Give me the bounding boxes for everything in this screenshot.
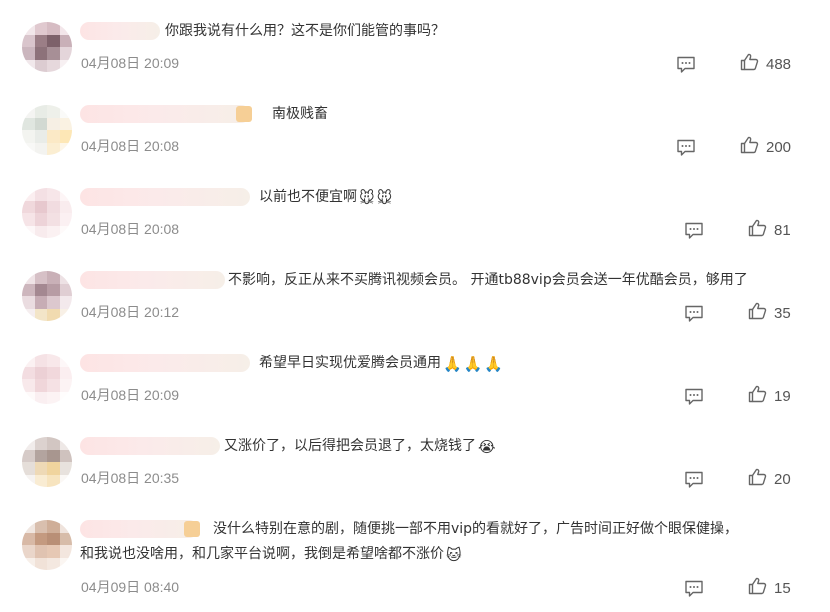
like-button[interactable]: 15	[748, 577, 791, 599]
thumbs-up-icon	[748, 468, 767, 490]
comment-text: 以前也不便宜啊 🐭 🐭	[259, 185, 392, 209]
reply-icon[interactable]	[684, 580, 704, 598]
reply-icon[interactable]	[684, 222, 704, 240]
username-blurred[interactable]	[80, 354, 250, 372]
thumbs-up-icon	[740, 136, 759, 158]
user-badge-icon	[184, 521, 200, 537]
emoji-icon: 😭	[478, 438, 496, 456]
comment-timestamp: 04月08日 20:35	[81, 470, 180, 486]
avatar[interactable]	[22, 354, 72, 404]
emoji-icon: 🐱	[446, 546, 462, 564]
comment-timestamp: 04月08日 20:09	[81, 55, 180, 71]
like-count: 488	[766, 55, 792, 73]
username-blurred[interactable]	[80, 437, 220, 455]
username-blurred[interactable]	[80, 188, 250, 206]
thumbs-up-icon	[748, 302, 767, 324]
comment-timestamp: 04月09日 08:40	[81, 579, 180, 595]
username-blurred[interactable]	[80, 105, 252, 123]
like-count: 200	[766, 138, 792, 156]
reply-icon[interactable]	[684, 388, 704, 406]
comment-timestamp: 04月08日 20:09	[81, 387, 180, 403]
comment-text-content: 以前也不便宜啊	[259, 189, 357, 205]
like-button[interactable]: 20	[748, 468, 791, 490]
comment-text-content: 不影响，反正从来不买腾讯视频会员。 开通tb88vip会员会送一年优酷会员，够用…	[228, 272, 748, 288]
username-blurred[interactable]	[80, 22, 160, 40]
reply-icon[interactable]	[684, 305, 704, 323]
comment-timestamp: 04月08日 20:08	[81, 221, 180, 237]
comment-text: 南极贱畜	[272, 102, 328, 126]
comment-text: 不影响，反正从来不买腾讯视频会员。 开通tb88vip会员会送一年优酷会员，够用…	[228, 268, 748, 292]
comment-text: 没什么特别在意的剧，随便挑一部不用vip的看就好了，广告时间正好做个眼保健操，	[213, 517, 738, 541]
comment-text-content: 你跟我说有什么用？这不是你们能管的事吗？	[165, 23, 445, 39]
avatar[interactable]	[22, 188, 72, 238]
avatar[interactable]	[22, 22, 72, 72]
avatar[interactable]	[22, 437, 72, 487]
thumbs-up-icon	[748, 577, 767, 599]
comment-timestamp: 04月08日 20:08	[81, 138, 180, 154]
emoji-icon: 🐭	[359, 189, 375, 207]
comment-text: 希望早日实现优爱腾会员通用 🙏 🙏 🙏	[259, 351, 503, 375]
like-count: 81	[774, 221, 791, 239]
thumbs-up-icon	[748, 385, 767, 407]
like-count: 20	[774, 470, 791, 488]
comment-text: 又涨价了，以后得把会员退了，太烧钱了 😭	[224, 434, 496, 458]
like-count: 19	[774, 387, 791, 405]
comment-text-line2: 和我说也没啥用，和几家平台说啊，我倒是希望啥都不涨价 🐱	[80, 542, 462, 566]
comment-timestamp: 04月08日 20:12	[81, 304, 180, 320]
emoji-icon: 🙏	[484, 355, 504, 373]
like-button[interactable]: 81	[748, 219, 791, 241]
reply-icon[interactable]	[676, 56, 696, 74]
emoji-icon: 🐭	[376, 189, 393, 207]
avatar[interactable]	[22, 520, 72, 570]
avatar[interactable]	[22, 105, 72, 155]
username-blurred[interactable]	[80, 271, 225, 289]
reply-icon[interactable]	[676, 139, 696, 157]
avatar[interactable]	[22, 271, 72, 321]
username-blurred[interactable]	[80, 520, 200, 538]
user-badge-icon	[236, 106, 252, 122]
like-button[interactable]: 19	[748, 385, 791, 407]
like-count: 15	[774, 579, 791, 597]
comment-text: 你跟我说有什么用？这不是你们能管的事吗？	[165, 19, 445, 43]
thumbs-up-icon	[740, 53, 759, 75]
comment-text-content: 又涨价了，以后得把会员退了，太烧钱了	[224, 438, 476, 454]
comment-text-content: 和我说也没啥用，和几家平台说啊，我倒是希望啥都不涨价	[80, 546, 444, 562]
comment-text-content: 没什么特别在意的剧，随便挑一部不用vip的看就好了，广告时间正好做个眼保健操，	[213, 521, 739, 537]
comment-text-content: 南极贱畜	[272, 106, 328, 122]
thumbs-up-icon	[748, 219, 767, 241]
like-button[interactable]: 35	[748, 302, 791, 324]
emoji-icon: 🙏	[443, 355, 462, 373]
like-button[interactable]: 200	[740, 136, 792, 158]
like-button[interactable]: 488	[740, 53, 792, 75]
like-count: 35	[774, 304, 791, 322]
reply-icon[interactable]	[684, 471, 704, 489]
emoji-icon: 🙏	[463, 355, 483, 373]
comment-text-content: 希望早日实现优爱腾会员通用	[259, 355, 441, 371]
